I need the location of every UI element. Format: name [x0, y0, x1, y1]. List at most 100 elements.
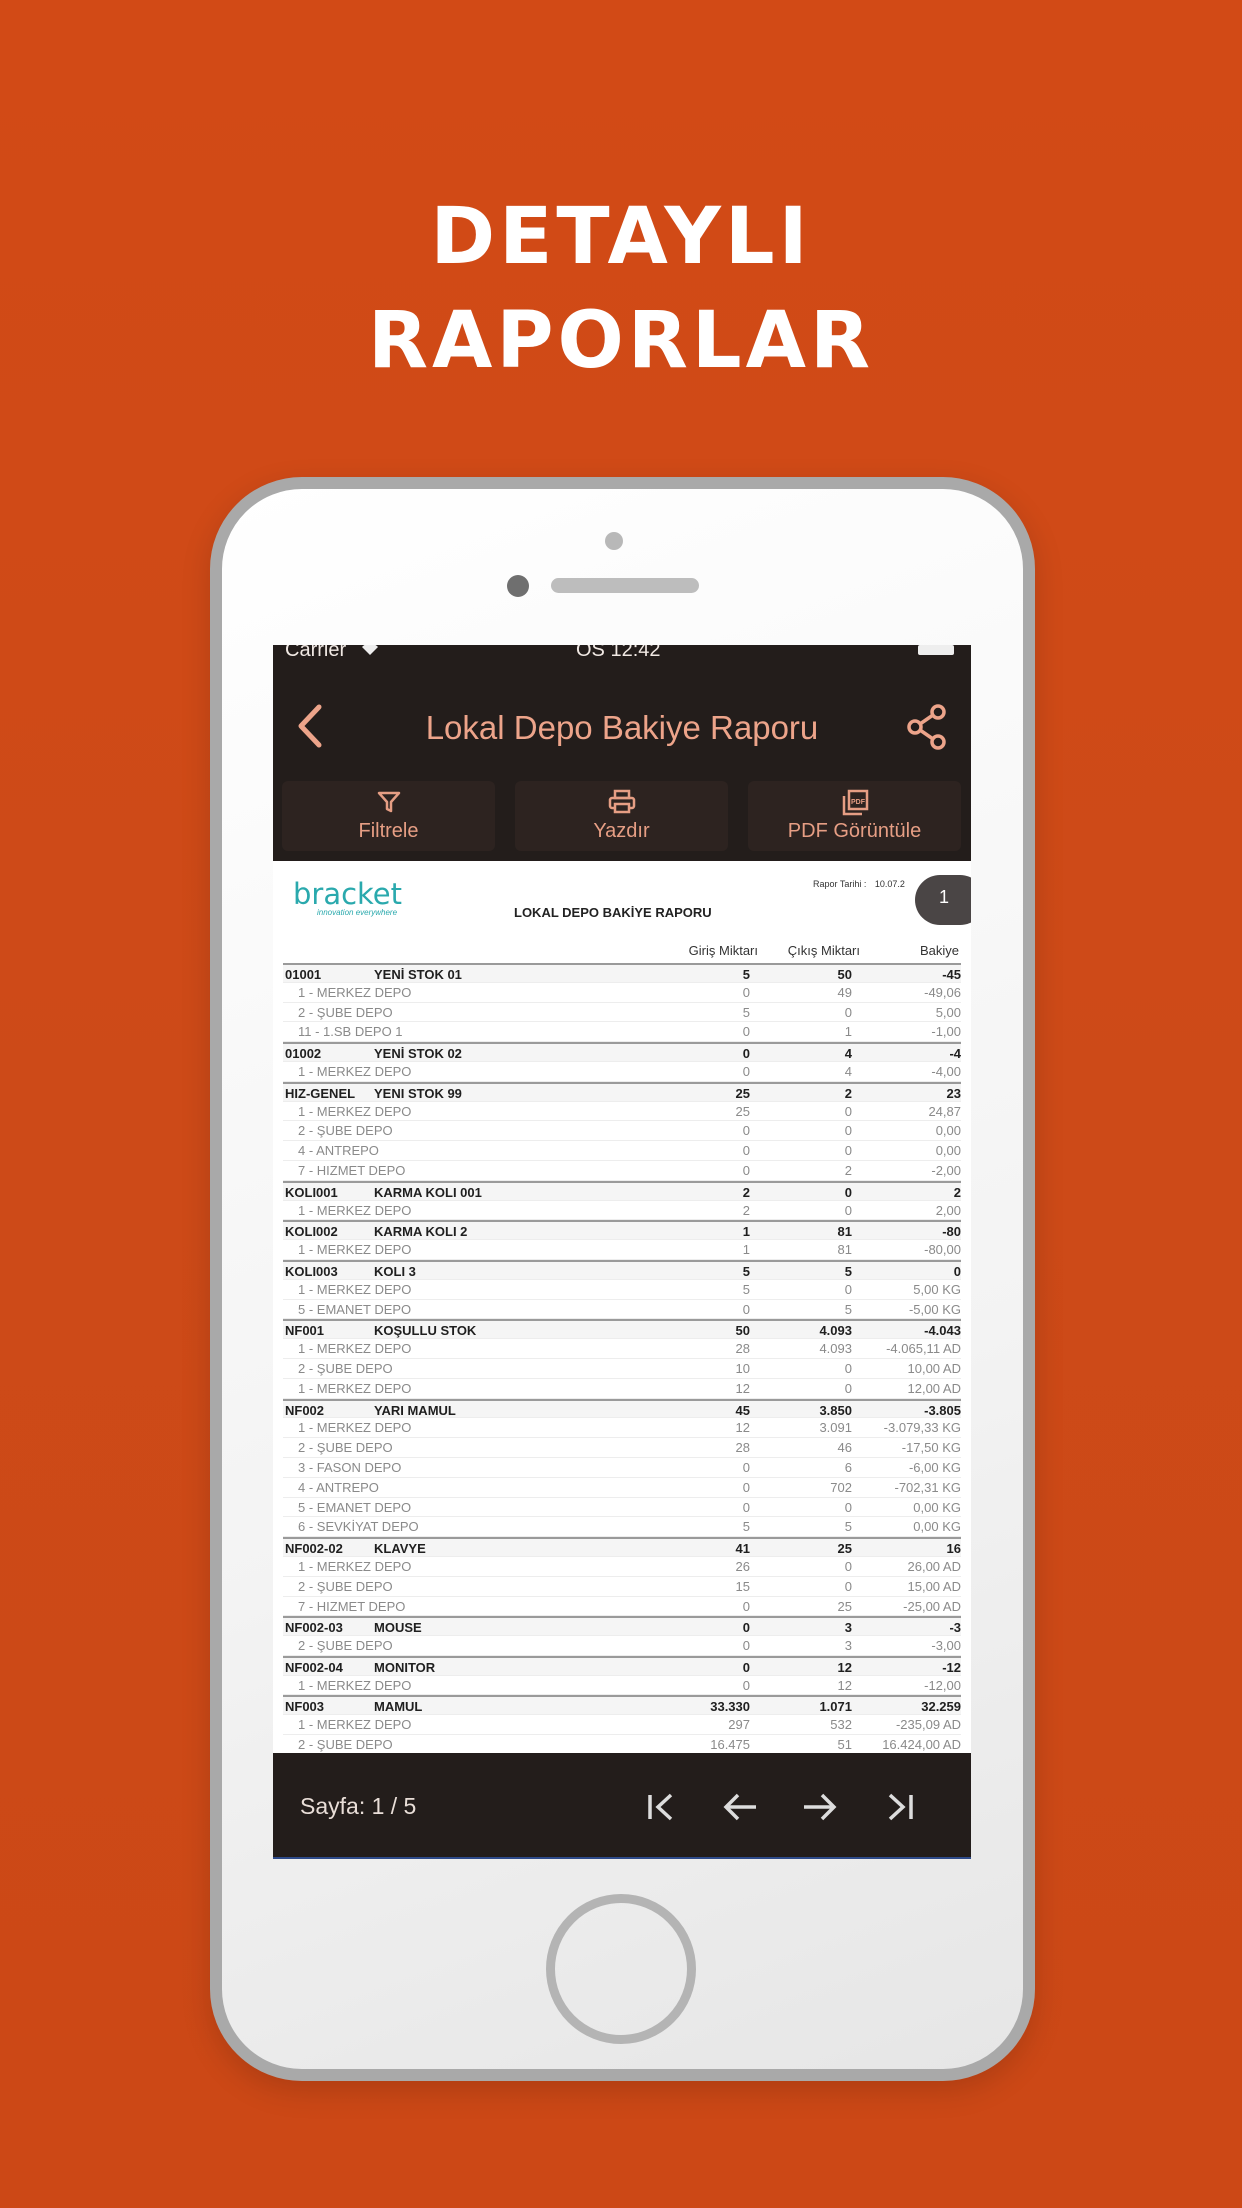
page-indicator: Sayfa: 1 / 5 [300, 1793, 417, 1819]
report-document[interactable]: bracket innovation everywhere LOKAL DEPO… [273, 861, 971, 1753]
out-quantity: 0 [844, 1103, 852, 1119]
warehouse-row: 7 - HIZMET DEPO 0 25 -25,00 AD [283, 1597, 961, 1617]
filter-label: Filtrele [358, 820, 419, 842]
balance-value: -12,00 [924, 1677, 961, 1693]
balance-value: 23 [946, 1085, 961, 1101]
out-quantity: 12 [837, 1677, 852, 1693]
out-quantity: 0 [844, 1380, 852, 1396]
out-quantity: 0 [844, 1123, 852, 1139]
column-header-balance: Bakiye [919, 943, 959, 958]
in-quantity: 2 [742, 1202, 750, 1218]
warehouse-name: 2 - ŞUBE DEPO [298, 1638, 393, 1654]
stock-name: MOUSE [374, 1620, 422, 1636]
out-quantity: 0 [844, 1202, 852, 1218]
next-page-button[interactable] [800, 1787, 840, 1827]
warehouse-name: 2 - ŞUBE DEPO [298, 1578, 393, 1594]
balance-value: -17,50 KG [901, 1440, 961, 1456]
out-quantity: 5 [844, 1301, 852, 1317]
in-quantity: 1 [742, 1242, 750, 1258]
warehouse-row: 2 - ŞUBE DEPO 5 0 5,00 [283, 1003, 961, 1023]
balance-value: -4.043 [924, 1323, 961, 1339]
warehouse-name: 1 - MERKEZ DEPO [298, 1677, 412, 1693]
print-button[interactable]: Yazdır [515, 781, 728, 851]
column-header-out: Çıkış Miktarı [787, 943, 860, 958]
stock-code: NF003 [285, 1699, 325, 1715]
balance-value: 2 [953, 1184, 961, 1200]
in-quantity: 41 [735, 1541, 750, 1557]
pdf-view-label: PDF Görüntüle [787, 820, 922, 842]
balance-value: -4 [949, 1046, 961, 1062]
stock-group-row: NF002-02 KLAVYE 41 25 16 [283, 1537, 961, 1557]
in-quantity: 0 [742, 1499, 750, 1515]
pdf-icon: PDF [842, 789, 868, 816]
printer-icon [608, 789, 635, 814]
balance-value: -80 [942, 1224, 961, 1240]
stock-group-row: NF001 KOŞULLU STOK 50 4.093 -4.043 [283, 1319, 961, 1340]
last-page-icon [888, 1793, 913, 1821]
out-quantity: 51 [837, 1737, 852, 1753]
stock-code: 01002 [285, 1046, 322, 1062]
out-quantity: 4.093 [819, 1341, 852, 1357]
warehouse-row: 1 - MERKEZ DEPO 2 0 2,00 [283, 1201, 961, 1221]
in-quantity: 0 [742, 1638, 750, 1654]
stock-name: MAMUL [374, 1699, 423, 1715]
share-button[interactable] [905, 703, 949, 751]
in-quantity: 5 [742, 1519, 750, 1535]
stock-code: NF002-03 [285, 1620, 343, 1636]
balance-value: 0,00 [935, 1123, 961, 1139]
warehouse-name: 2 - ŞUBE DEPO [298, 1004, 393, 1020]
balance-value: -49,06 [924, 984, 961, 1000]
in-quantity: 0 [742, 1063, 750, 1079]
out-quantity: 3.091 [819, 1420, 852, 1436]
in-quantity: 0 [742, 1301, 750, 1317]
warehouse-row: 2 - ŞUBE DEPO 10 0 10,00 AD [283, 1359, 961, 1379]
in-quantity: 297 [728, 1717, 750, 1733]
warehouse-name: 1 - MERKEZ DEPO [298, 1558, 412, 1574]
stock-name: YENİ STOK 02 [374, 1046, 462, 1062]
stock-name: KARMA KOLI 001 [374, 1184, 482, 1200]
warehouse-row: 2 - ŞUBE DEPO 28 46 -17,50 KG [283, 1438, 961, 1458]
out-quantity: 0 [844, 1143, 852, 1159]
out-quantity: 81 [837, 1224, 852, 1240]
in-quantity: 0 [742, 1123, 750, 1139]
warehouse-name: 4 - ANTREPO [298, 1479, 379, 1495]
balance-value: -45 [942, 967, 961, 982]
warehouse-name: 6 - SEVKİYAT DEPO [298, 1519, 419, 1535]
in-quantity: 0 [742, 984, 750, 1000]
page-number-badge: 1 [915, 875, 971, 925]
first-page-button[interactable] [641, 1787, 681, 1827]
home-button[interactable] [546, 1894, 696, 2044]
stock-group-row: KOLI001 KARMA KOLI 001 2 0 2 [283, 1180, 961, 1201]
out-quantity: 702 [830, 1479, 852, 1495]
warehouse-row: 1 - MERKEZ DEPO 28 4.093 -4.065,11 AD [283, 1339, 961, 1359]
warehouse-name: 4 - ANTREPO [298, 1143, 379, 1159]
balance-value: 0,00 KG [913, 1499, 961, 1515]
out-quantity: 0 [844, 1578, 852, 1594]
pdf-view-button[interactable]: PDF PDF Görüntüle [748, 781, 961, 851]
logo-name: bracket [293, 877, 403, 911]
previous-page-button[interactable] [720, 1787, 760, 1827]
battery-icon [918, 645, 954, 655]
balance-value: -6,00 KG [908, 1459, 961, 1475]
warehouse-row: 2 - ŞUBE DEPO 0 3 -3,00 [283, 1636, 961, 1656]
in-quantity: 5 [742, 1263, 750, 1279]
warehouse-name: 1 - MERKEZ DEPO [298, 984, 412, 1000]
last-page-button[interactable] [880, 1787, 920, 1827]
arrow-left-icon [723, 1793, 756, 1821]
warehouse-name: 1 - MERKEZ DEPO [298, 1420, 412, 1436]
in-quantity: 0 [742, 1143, 750, 1159]
headline-line-2: RAPORLAR [367, 296, 875, 386]
filter-button[interactable]: Filtrele [282, 781, 495, 851]
warehouse-name: 1 - MERKEZ DEPO [298, 1281, 412, 1297]
balance-value: -3 [949, 1620, 961, 1636]
stock-name: YENI STOK 99 [374, 1085, 462, 1101]
app-screen: Carrier OS 12:42 Lokal Depo Bakiye Rapor… [273, 645, 971, 1859]
headline-line-1: DETAYLI [430, 192, 812, 282]
stock-name: KOŞULLU STOK [374, 1323, 477, 1339]
in-quantity: 0 [742, 1659, 750, 1675]
warehouse-row: 1 - MERKEZ DEPO 26 0 26,00 AD [283, 1557, 961, 1577]
logo-tagline: innovation everywhere [317, 908, 398, 917]
stock-code: NF001 [285, 1323, 325, 1339]
balance-value: -1,00 [931, 1024, 961, 1040]
out-quantity: 0 [844, 1004, 852, 1020]
